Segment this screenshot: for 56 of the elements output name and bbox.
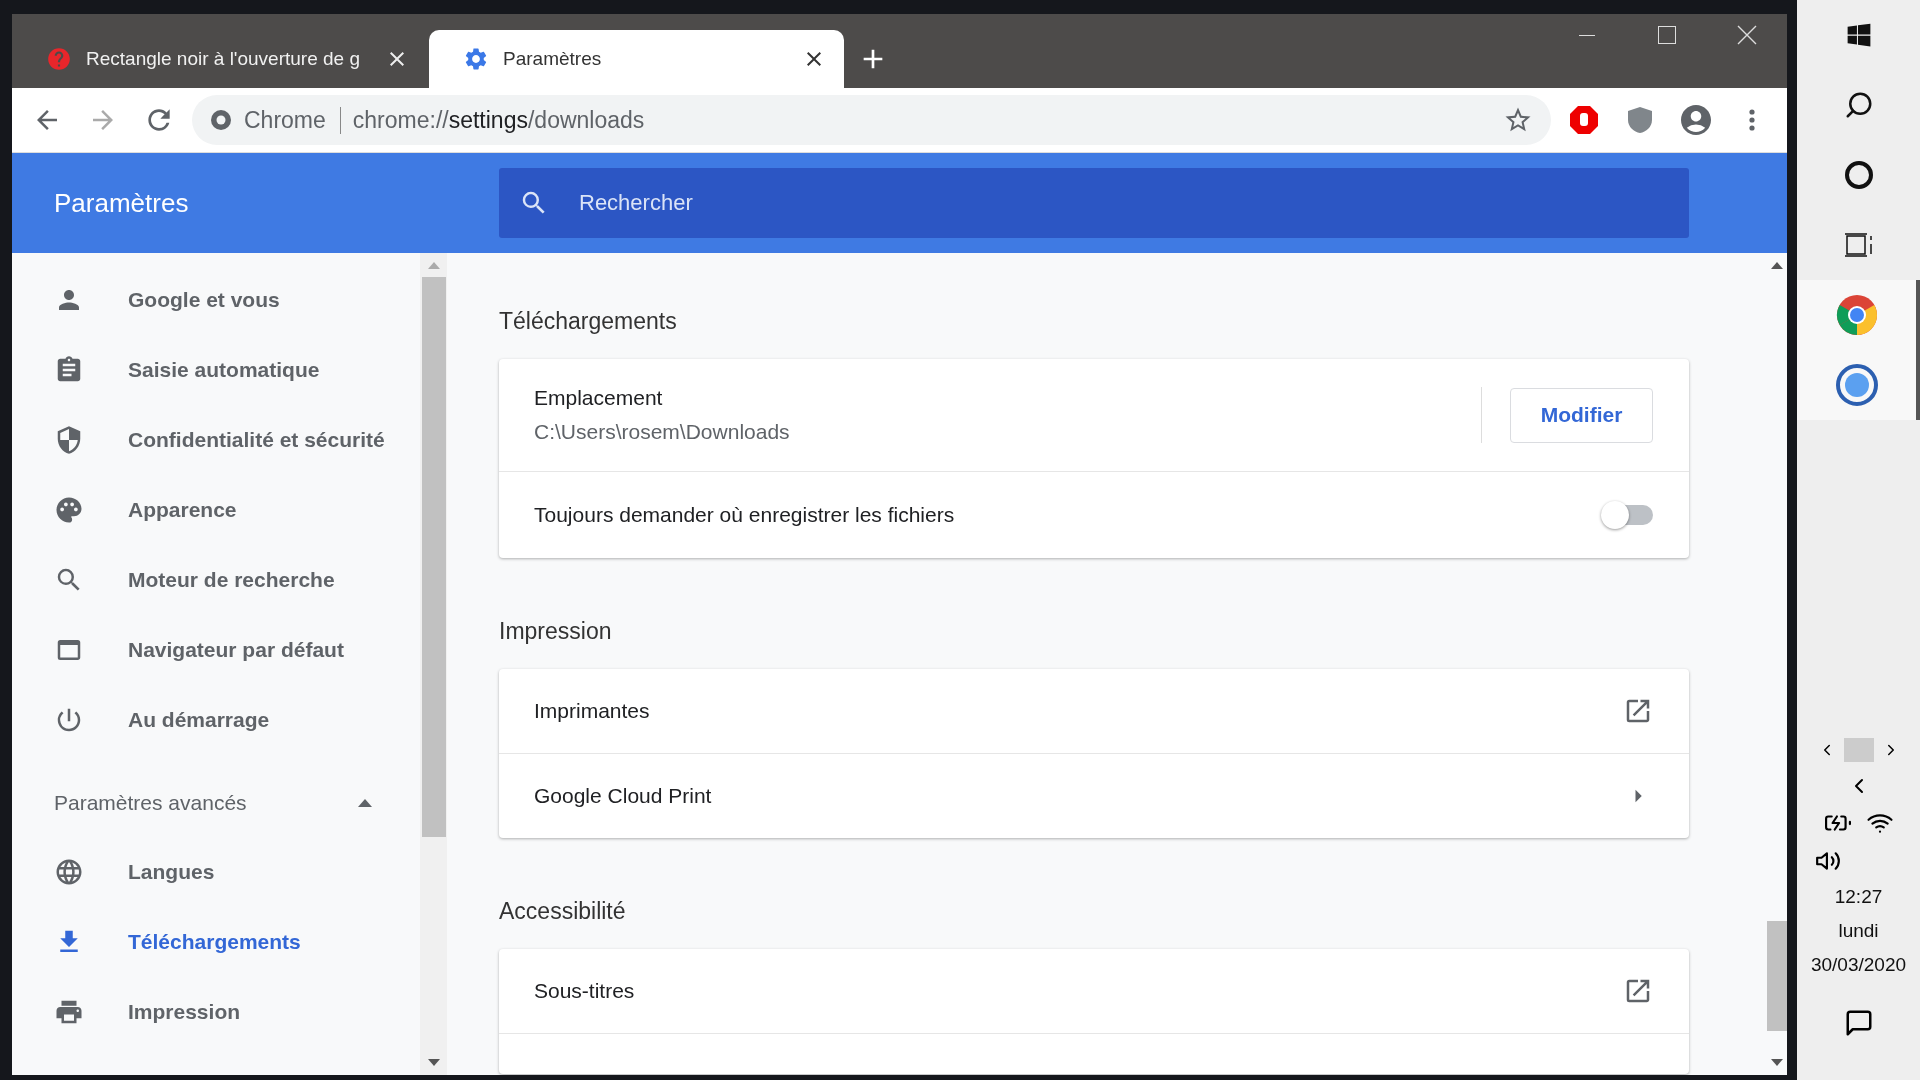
section-title: Accessibilité — [499, 898, 627, 925]
taskbar-app-button[interactable] — [1797, 280, 1920, 350]
row-label: Toujours demander où enregistrer les fichiers — [534, 503, 956, 527]
site-label: Chrome — [244, 106, 341, 134]
address-bar[interactable]: Chrome chrome://settings/downloads — [192, 95, 1551, 145]
menu-icon — [1749, 109, 1755, 131]
scrollbar-thumb[interactable] — [421, 277, 446, 837]
avatar-icon — [1678, 102, 1714, 138]
modify-button[interactable]: Modifier — [1510, 387, 1653, 443]
palette-icon — [54, 495, 84, 525]
settings-row[interactable]: Imprimantes — [499, 669, 1689, 753]
sidebar-item[interactable]: Google et vous — [12, 265, 420, 335]
clock-day[interactable]: lundi — [1838, 920, 1879, 942]
search-field[interactable]: Rechercher — [499, 168, 1689, 238]
advanced-section-header[interactable]: Paramètres avancés — [12, 769, 420, 837]
browser-tab[interactable]: Paramètres — [429, 30, 844, 88]
help-icon — [46, 46, 72, 72]
settings-row[interactable]: Google Cloud Print — [499, 753, 1689, 838]
browser-tab[interactable]: Rectangle noir à l'ouverture de g — [12, 30, 427, 88]
circle-icon — [1843, 160, 1874, 190]
windows-icon — [1845, 22, 1872, 48]
sidebar-item[interactable]: Navigateur par défaut — [12, 615, 420, 685]
sidebar-item[interactable]: Téléchargements — [12, 907, 420, 977]
row-label: Google Cloud Print — [534, 784, 713, 808]
sidebar-item[interactable]: Au démarrage — [12, 685, 420, 755]
clock-date[interactable]: 30/03/2020 — [1810, 954, 1907, 976]
row-label: Imprimantes — [534, 699, 651, 723]
settings-title: Paramètres — [53, 187, 190, 219]
url-text: chrome://settings/downloads — [352, 106, 645, 134]
folder-path: C:\Users\rosem\Downloads — [534, 420, 790, 444]
caret-icon — [358, 799, 372, 807]
row-label: Emplacement — [534, 386, 663, 410]
task-view-icon — [1843, 230, 1874, 260]
scrollbar-thumb[interactable] — [1767, 921, 1787, 1031]
section-title: Impression — [499, 618, 613, 645]
row-label: Sous-titres — [534, 979, 636, 1003]
scroll-up-icon[interactable] — [1771, 261, 1783, 269]
sidebar-item[interactable]: Langues — [12, 837, 420, 907]
sidebar-item[interactable]: Moteur de recherche — [12, 545, 420, 615]
sidebar-item[interactable]: Apparence — [12, 475, 420, 545]
clock-time[interactable]: 12:27 — [1834, 886, 1883, 908]
sidebar-item[interactable]: Confidentialité et sécurité — [12, 405, 420, 475]
scrollbar-thumb[interactable] — [1843, 738, 1874, 762]
gear-icon — [463, 46, 489, 72]
close-icon — [1737, 25, 1757, 45]
maximize-icon — [1658, 26, 1676, 44]
sidebar-item[interactable]: Impression — [12, 977, 420, 1047]
minimize-icon — [1579, 34, 1595, 36]
section-title: Téléchargements — [499, 308, 678, 335]
sidebar-item[interactable]: Saisie automatique — [12, 335, 420, 405]
shield-icon — [1627, 106, 1653, 134]
scroll-down-icon[interactable] — [427, 1059, 440, 1067]
taskbar-app-button[interactable] — [1797, 350, 1920, 420]
settings-row[interactable]: Sous-titres — [499, 949, 1689, 1033]
stop-hand-icon — [1569, 105, 1599, 135]
scroll-down-icon[interactable] — [1771, 1059, 1783, 1067]
